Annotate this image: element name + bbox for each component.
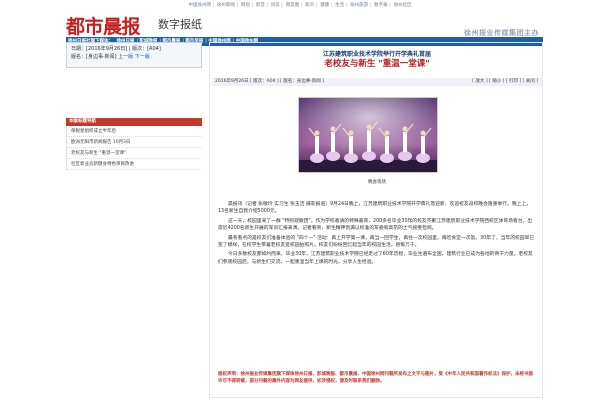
topnav-item[interactable]: 数字报	[374, 3, 388, 8]
headline-item[interactable]: 欧洲元阳市新闻报告 10月3日	[67, 137, 202, 148]
topnav-item[interactable]: 中国徐州网	[188, 3, 211, 8]
logo-subtitle: 数字报纸	[158, 18, 202, 31]
prev-page-link[interactable]: 上一版	[118, 54, 133, 60]
topnav-item[interactable]: 网友圈	[286, 3, 300, 8]
article-paragraph: 这一天，校园里来了一群 "特别观察团"。作为学校邀请的特殊嘉宾，200多名毕业3…	[218, 218, 533, 232]
site-logo[interactable]: 都市晨报	[66, 12, 141, 39]
topnav-item[interactable]: 健康	[320, 3, 329, 8]
topnav-item[interactable]: 问答	[271, 3, 280, 8]
issue-date[interactable]: 2016年9月26日	[88, 46, 125, 52]
top-nav: 中国徐州网 | 徐州新闻 | 网视 | 影音 | 问答 | 网友圈 | 新声 | 健康 | 生活…	[188, 3, 412, 8]
sidebar: 日期：[2016年9月26日] | 版次：[A04] 版名：[身边事·新闻] 上…	[66, 42, 202, 170]
article-paragraph: 最有看点的是校友们准备体验的 "四个一" 活动：再上开学第一课，再当一回学生，再…	[218, 235, 535, 249]
issue-section: 身边事·新闻	[87, 54, 115, 60]
topnav-item[interactable]: 徐州社区	[394, 3, 412, 8]
section-label: 版名：	[71, 54, 87, 60]
article-tools[interactable]: [ 放大 ] [ 缩小 ] [ 打印 ] [ 关闭 ]	[472, 78, 538, 86]
article-photo	[298, 97, 438, 173]
topnav-item[interactable]: 影音	[256, 3, 265, 8]
sidebar-title: 本版标题导航	[66, 118, 202, 126]
article-meta-info: 2016年9月26日 [ 版次：A04 ] [ 版名：身边事·新闻 ]	[215, 79, 324, 84]
headline-list: 保税星组织成立半年后 欧洲元阳市新闻报告 10月3日 老校友与新生 "重温一堂课…	[66, 126, 202, 170]
topnav-item[interactable]: 新声	[305, 3, 314, 8]
site-header: 都市晨报 数字报纸 徐州报业传媒集团主办 徐州日报社旗下媒体： 徐州日报| 彭城…	[66, 10, 543, 46]
date-label: 日期：	[71, 46, 87, 52]
article-meta: 2016年9月26日 [ 版次：A04 ] [ 版名：身边事·新闻 ] [ 放大…	[212, 78, 542, 86]
topnav-item[interactable]: 网视	[241, 3, 250, 8]
headline-item[interactable]: 老校友与新生 "重温一堂课"	[67, 148, 202, 159]
article-body: 晨报讯（记者 张敏玲 实习生 张玉洁 摄影报道）9月24日晚上，江苏建筑职业技术…	[218, 201, 536, 268]
headline-item[interactable]: 保税星组织成立半年后	[67, 126, 202, 137]
photo-caption: 晚会现场	[368, 180, 386, 185]
issue-page[interactable]: A04	[149, 46, 159, 52]
topnav-item[interactable]: 生活	[335, 3, 344, 8]
topnav-item[interactable]: 徐州旅游	[350, 3, 368, 8]
performance-photo	[299, 98, 437, 172]
article-title: 老校友与新生 "重温一堂课"	[324, 59, 430, 69]
copyright-notice: 版权声明：徐州报业传媒集团旗下媒体徐州日报、彭城晚报、都市晨报、中国徐州网刊载所…	[218, 372, 533, 384]
topnav-item[interactable]: 徐州新闻	[217, 3, 235, 8]
page-label: 版次：	[132, 46, 148, 52]
article: 江苏建筑职业技术学院举行开学典礼首届 老校友与新生 "重温一堂课" 2016年9…	[209, 42, 543, 398]
headline-item[interactable]: 社区新业态新健身特色项目改进	[67, 159, 202, 170]
article-paragraph: 今日多数校友都如约而来，毕业30年，江苏建筑职业技术学院已经走过了60年历程，毕…	[218, 252, 533, 265]
issue-info: 日期：[2016年9月26日] | 版次：[A04] 版名：[身边事·新闻] 上…	[66, 42, 202, 68]
article-paragraph: 晨报讯（记者 张敏玲 实习生 张玉洁 摄影报道）9月24日晚上，江苏建筑职业技术…	[218, 202, 532, 215]
next-page-link[interactable]: 下一版	[135, 54, 150, 60]
